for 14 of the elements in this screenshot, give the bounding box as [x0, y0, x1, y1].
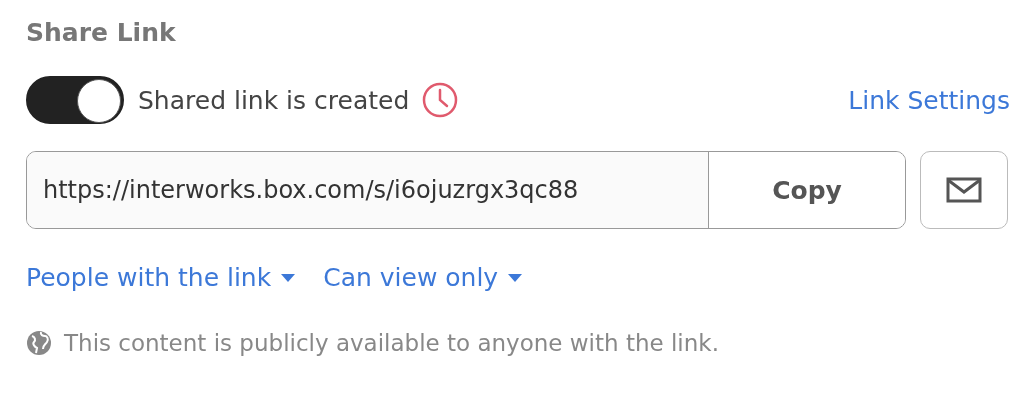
dropdown[interactable]: Can view only: [323, 263, 523, 292]
link-field[interactable]: https://interworks.box.com/s/i6ojuzrgx3qc88 Copy: [26, 151, 906, 229]
caret-icon: [508, 273, 523, 282]
link-settings-link[interactable]: Link Settings: [848, 85, 1010, 115]
envelope-icon: [946, 177, 982, 203]
status-label: Shared link is created: [138, 85, 410, 115]
caret-icon: [281, 273, 296, 282]
dropdown[interactable]: People with the link: [26, 263, 296, 292]
section-title: Share Link: [26, 18, 176, 47]
globe-icon: [26, 330, 52, 356]
notice-text: This content is publicly available to anyone with the link.: [64, 330, 719, 356]
toggle-switch[interactable]: [26, 76, 124, 124]
email-button[interactable]: [920, 151, 1008, 229]
clock-icon: [421, 81, 460, 119]
